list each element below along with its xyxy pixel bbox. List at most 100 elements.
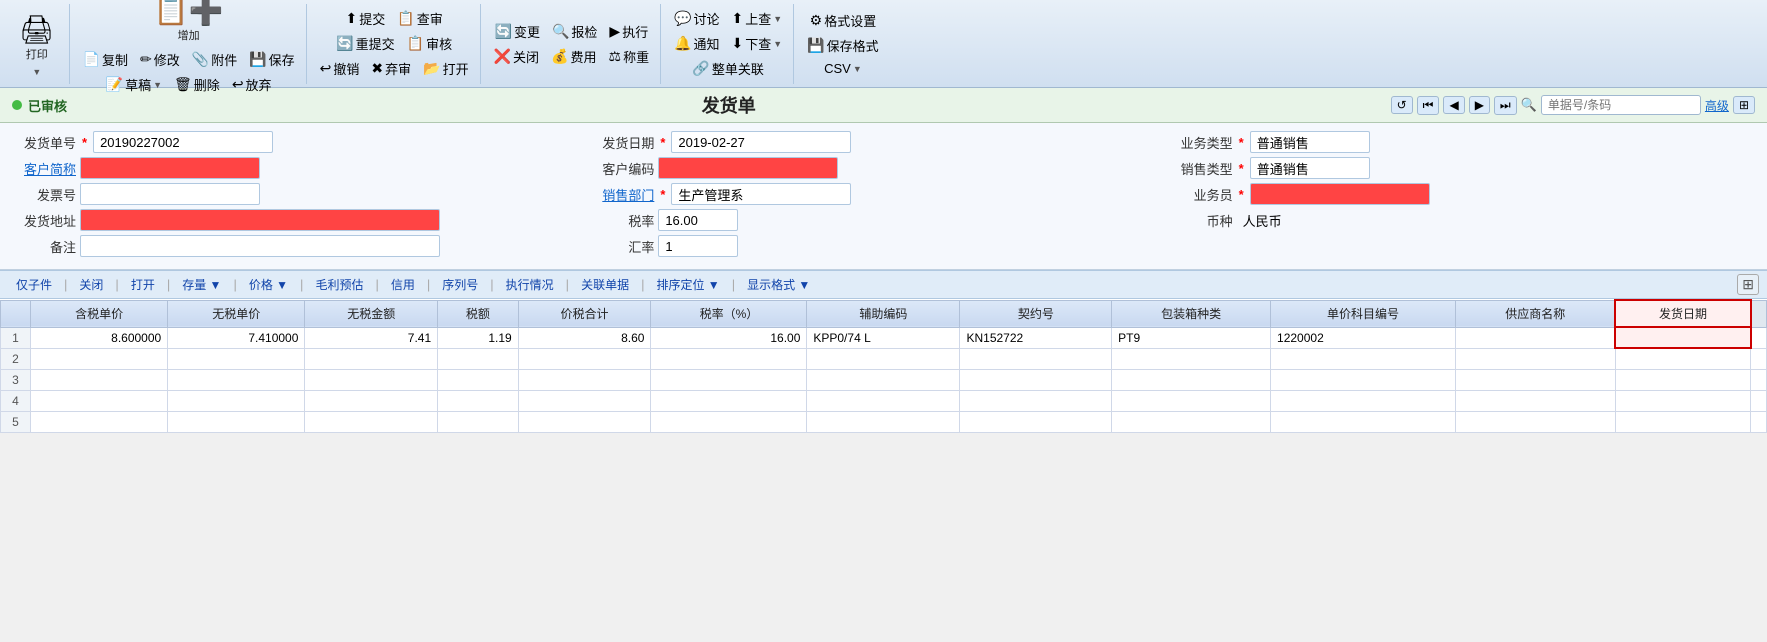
table-row[interactable]: 2 [1,348,1767,369]
table-row[interactable]: 3 [1,369,1767,390]
row-num-cell[interactable]: 3 [1,369,31,390]
aux-code-cell[interactable] [807,390,960,411]
tax-rate-cell[interactable] [651,390,807,411]
close-button[interactable]: ❌ 关闭 [489,45,544,68]
tax-amount-cell[interactable] [438,348,519,369]
notax-price-cell[interactable] [168,411,305,432]
tax-rate-cell[interactable] [651,369,807,390]
ship-date-cell[interactable] [1615,390,1750,411]
pkg-type-cell[interactable] [1112,369,1271,390]
tax-price-cell[interactable] [31,369,168,390]
tax-rate-cell[interactable] [651,348,807,369]
notax-amount-cell[interactable] [305,390,438,411]
scrollbar-cell[interactable] [1751,369,1767,390]
notax-amount-cell[interactable] [305,348,438,369]
contract-no-cell[interactable] [960,369,1112,390]
open-button[interactable]: 📂 打开 [418,57,473,80]
aux-code-cell[interactable] [807,411,960,432]
contract-no-cell[interactable]: KN152722 [960,327,1112,348]
format-settings-button[interactable]: ⚙ 格式设置 [805,9,882,32]
fee-button[interactable]: 💰 费用 [546,45,601,68]
pkg-type-cell[interactable] [1112,411,1271,432]
exec-status-btn[interactable]: 执行情况 [498,274,562,295]
display-format-btn[interactable]: 显示格式 ▼ [739,274,818,295]
scrollbar-cell[interactable] [1751,348,1767,369]
scrollbar-cell[interactable] [1751,411,1767,432]
row-num-cell[interactable]: 4 [1,390,31,411]
table-row[interactable]: 18.6000007.4100007.411.198.6016.00KPP0/7… [1,327,1767,348]
ship-date-cell[interactable] [1615,369,1750,390]
notax-amount-cell[interactable]: 7.41 [305,327,438,348]
abandon-audit-button[interactable]: ✖ 弃审 [366,57,416,80]
total-cell[interactable] [518,411,651,432]
next-button[interactable]: ▶ [1469,96,1490,114]
scrollbar-cell[interactable] [1751,390,1767,411]
unit-code-cell[interactable] [1271,369,1456,390]
supplier-cell[interactable] [1456,411,1616,432]
contract-no-cell[interactable] [960,411,1112,432]
aux-code-cell[interactable] [807,369,960,390]
up-query-button[interactable]: ⬆ 上查 ▼ [727,7,788,30]
notax-amount-cell[interactable] [305,369,438,390]
audit2-button[interactable]: 📋 审核 [402,32,457,55]
customer-label[interactable]: 客户简称 [16,159,76,178]
tax-rate-cell[interactable]: 16.00 [651,327,807,348]
pkg-type-cell[interactable] [1112,348,1271,369]
notax-amount-cell[interactable] [305,411,438,432]
supplier-cell[interactable] [1456,390,1616,411]
link-button[interactable]: 🔗 整单关联 [687,57,768,80]
save-button[interactable]: 💾 保存 [244,48,299,71]
weigh-button[interactable]: ⚖ 称重 [604,45,655,68]
total-cell[interactable] [518,369,651,390]
attachment-button[interactable]: 📎 附件 [187,48,242,71]
print-button[interactable]: 🖨 打印 [11,10,63,65]
supplier-cell[interactable] [1456,348,1616,369]
grid-expand-button[interactable]: ⊞ [1737,274,1759,295]
scrollbar-cell[interactable] [1751,327,1767,348]
cancel-submit-button[interactable]: ↩ 撤销 [315,57,365,80]
grid-close-btn[interactable]: 关闭 [71,274,111,295]
sort-btn[interactable]: 排序定位 ▼ [648,274,727,295]
notax-price-cell[interactable] [168,369,305,390]
notify-button[interactable]: 🔔 通知 [669,32,724,55]
table-row[interactable]: 5 [1,411,1767,432]
expand-button[interactable]: ⊞ [1733,96,1755,114]
copy-button[interactable]: 📄 复制 [78,48,133,71]
tax-price-cell[interactable]: 8.600000 [31,327,168,348]
total-cell[interactable] [518,390,651,411]
supplier-cell[interactable] [1456,327,1616,348]
total-cell[interactable]: 8.60 [518,327,651,348]
table-row[interactable]: 4 [1,390,1767,411]
tax-amount-cell[interactable]: 1.19 [438,327,519,348]
unit-code-cell[interactable] [1271,411,1456,432]
unit-code-cell[interactable]: 1220002 [1271,327,1456,348]
first-button[interactable]: ⏮ [1417,96,1440,115]
modify-button[interactable]: ✏ 修改 [135,48,185,71]
ship-date-cell[interactable] [1615,411,1750,432]
csv-button[interactable]: CSV ▼ [819,59,867,78]
supplier-cell[interactable] [1456,369,1616,390]
add-button[interactable]: 📋➕ 增加 [146,0,232,46]
inspect-button[interactable]: 🔍 报检 [547,20,602,43]
advanced-search-button[interactable]: 高级 [1705,97,1729,114]
save-format-button[interactable]: 💾 保存格式 [802,34,883,57]
tax-price-cell[interactable] [31,390,168,411]
tax-rate-cell[interactable] [651,411,807,432]
tax-amount-cell[interactable] [438,390,519,411]
only-children-btn[interactable]: 仅子件 [8,274,60,295]
refresh-button[interactable]: ↺ [1391,96,1413,114]
margin-btn[interactable]: 毛利预估 [307,274,371,295]
tax-amount-cell[interactable] [438,369,519,390]
row-num-cell[interactable]: 2 [1,348,31,369]
serial-btn[interactable]: 序列号 [434,274,486,295]
tax-amount-cell[interactable] [438,411,519,432]
audit-button[interactable]: 📋 查审 [392,7,447,30]
unit-code-cell[interactable] [1271,390,1456,411]
aux-code-cell[interactable]: KPP0/74 L [807,327,960,348]
pkg-type-cell[interactable] [1112,390,1271,411]
linked-order-btn[interactable]: 关联单据 [573,274,637,295]
ship-date-cell[interactable] [1615,348,1750,369]
row-num-cell[interactable]: 5 [1,411,31,432]
credit-btn[interactable]: 信用 [383,274,423,295]
dept-label[interactable]: 销售部门 [594,185,654,204]
